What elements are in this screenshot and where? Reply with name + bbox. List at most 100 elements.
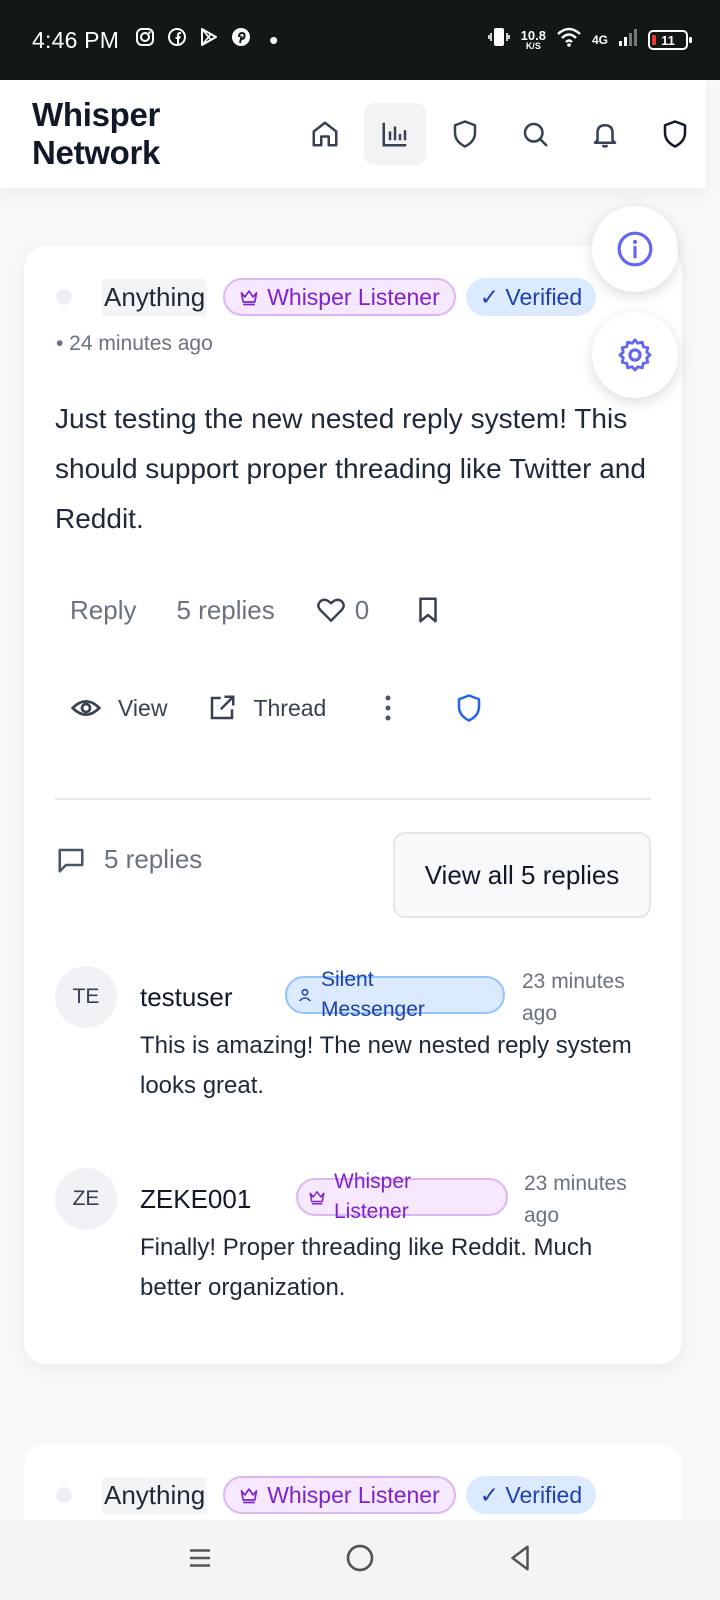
screen: 4:46 PM • 10.8 K/S 4G 11 Whisper Network… — [0, 0, 720, 1600]
bookmark-icon — [419, 597, 437, 623]
status-time: 4:46 PM — [32, 26, 120, 53]
avatar[interactable]: TE — [55, 966, 117, 1028]
status-bar: 4:46 PM • 10.8 K/S 4G 11 — [0, 0, 720, 80]
replies-label: 5 replies — [176, 594, 275, 625]
battery-icon: 11 — [648, 30, 692, 50]
role-badge: Whisper Listener — [223, 278, 456, 316]
heart-icon — [316, 598, 345, 622]
presence-dot — [56, 289, 72, 305]
moderate-button[interactable] — [454, 693, 484, 723]
reply-time: 23 minutes ago — [524, 1172, 627, 1227]
notifications-button[interactable] — [574, 103, 636, 165]
like-button[interactable]: 0 — [315, 594, 369, 626]
role-badge-label: Whisper Listener — [267, 1481, 440, 1508]
reply-item: ZE ZEKE001 Whisper Listener 23 minutes a… — [55, 1168, 655, 1318]
like-count: 0 — [354, 594, 370, 625]
post-body: Just testing the new nested reply system… — [55, 403, 646, 534]
wifi-icon — [556, 26, 582, 54]
shield-icon — [453, 120, 477, 148]
search-icon — [523, 122, 548, 147]
moderation-button[interactable] — [434, 103, 496, 165]
role-badge-label: Whisper Listener — [267, 283, 440, 310]
post-time: • 24 minutes ago — [56, 332, 213, 355]
more-vertical-icon — [385, 695, 391, 721]
home-nav-button[interactable] — [344, 1542, 376, 1579]
verified-badge: ✓ Verified — [465, 1476, 597, 1514]
reply-badge: Whisper Listener — [296, 1170, 508, 1223]
reply-badge-label: Whisper Listener — [334, 1170, 412, 1223]
dot-icon: • — [269, 24, 279, 55]
info-fab[interactable] — [592, 206, 678, 292]
app-header: Whisper Network — [0, 80, 706, 188]
bell-icon — [593, 124, 617, 148]
info-icon — [617, 231, 653, 267]
avatar[interactable]: ZE — [55, 1168, 117, 1230]
brand-title[interactable]: Whisper Network — [32, 96, 280, 172]
menu-icon — [189, 1548, 210, 1567]
crown-icon — [240, 1488, 258, 1504]
bar-chart-icon — [382, 122, 407, 147]
gear-icon — [618, 338, 652, 372]
reply-text: Finally! Proper threading like Reddit. M… — [140, 1234, 593, 1301]
stats-button[interactable] — [364, 103, 426, 165]
search-button[interactable] — [504, 103, 566, 165]
post-author-row: Anything Whisper Listener ✓ Verified — [56, 1476, 597, 1514]
reply-badge: Silent Messenger — [285, 968, 505, 1021]
replies-summary: 5 replies — [56, 844, 202, 875]
replies-summary-label: 5 replies — [104, 844, 203, 874]
reply-time: 23 minutes ago — [522, 970, 625, 1025]
replies-button[interactable]: 5 replies — [176, 595, 274, 626]
presence-dot — [56, 1487, 72, 1503]
more-options-button[interactable] — [376, 693, 400, 723]
reply-text: This is amazing! The new nested reply sy… — [140, 1032, 632, 1099]
user-icon — [299, 988, 311, 1002]
post-author-row: Anything Whisper Listener ✓ Verified — [56, 278, 597, 316]
system-nav-bar — [0, 1520, 720, 1600]
comment-icon — [58, 848, 84, 872]
reply-username[interactable]: ZEKE001 — [140, 1184, 251, 1215]
home-button[interactable] — [294, 103, 356, 165]
bookmark-button[interactable] — [413, 595, 443, 625]
system-status: 10.8 K/S 4G 11 — [487, 25, 692, 55]
battery-level: 11 — [661, 32, 675, 48]
reply-badge-label: Silent Messenger — [321, 968, 425, 1021]
recent-apps-button[interactable] — [185, 1543, 215, 1578]
view-button[interactable]: View — [70, 692, 167, 724]
thread-label: Thread — [253, 694, 327, 721]
home-circle-icon — [346, 1544, 374, 1571]
network-speed: 10.8 K/S — [521, 29, 546, 51]
thread-button[interactable]: Thread — [207, 693, 326, 723]
home-icon — [312, 121, 338, 147]
pinterest-icon — [231, 27, 251, 53]
shield-icon — [458, 694, 481, 722]
signal-icon — [618, 27, 638, 53]
view-label: View — [118, 694, 168, 721]
reply-item: TE testuser Silent Messenger 23 minutes … — [55, 966, 655, 1116]
verified-badge: ✓ Verified — [465, 278, 597, 316]
post-username[interactable]: Anything — [102, 1476, 208, 1514]
settings-fab[interactable] — [592, 312, 678, 398]
eye-icon — [70, 700, 102, 716]
post-username[interactable]: Anything — [102, 278, 208, 316]
play-store-icon — [199, 27, 219, 53]
back-icon — [511, 1545, 530, 1570]
instagram-icon — [135, 27, 155, 53]
header-nav — [294, 103, 706, 165]
notification-icons: • — [135, 25, 278, 56]
crown-icon — [309, 1191, 325, 1205]
shield-icon — [663, 120, 687, 148]
external-link-icon — [211, 695, 235, 720]
divider — [55, 798, 651, 800]
reply-label: Reply — [70, 594, 137, 625]
crown-icon — [240, 290, 258, 306]
speed-unit: K/S — [525, 41, 541, 51]
vibrate-icon — [487, 25, 511, 55]
view-all-replies-button[interactable]: View all 5 replies — [393, 832, 651, 918]
post-card: Anything Whisper Listener ✓ Verified • 2… — [24, 246, 682, 1364]
back-button[interactable] — [505, 1543, 535, 1578]
admin-button[interactable] — [644, 103, 706, 165]
reply-button[interactable]: Reply — [70, 595, 136, 626]
reply-username[interactable]: testuser — [140, 982, 233, 1013]
network-type: 4G — [591, 33, 608, 47]
post-secondary-actions: View Thread — [70, 692, 484, 724]
